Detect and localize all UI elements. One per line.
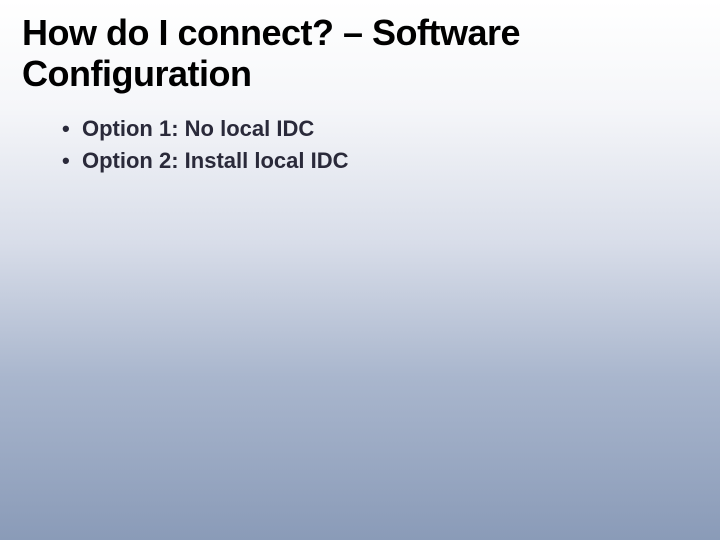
list-item: Option 2: Install local IDC: [62, 145, 698, 177]
bullet-list: Option 1: No local IDC Option 2: Install…: [22, 113, 698, 177]
slide-title: How do I connect? – Software Configurati…: [22, 12, 698, 95]
slide-container: How do I connect? – Software Configurati…: [0, 0, 720, 189]
list-item: Option 1: No local IDC: [62, 113, 698, 145]
